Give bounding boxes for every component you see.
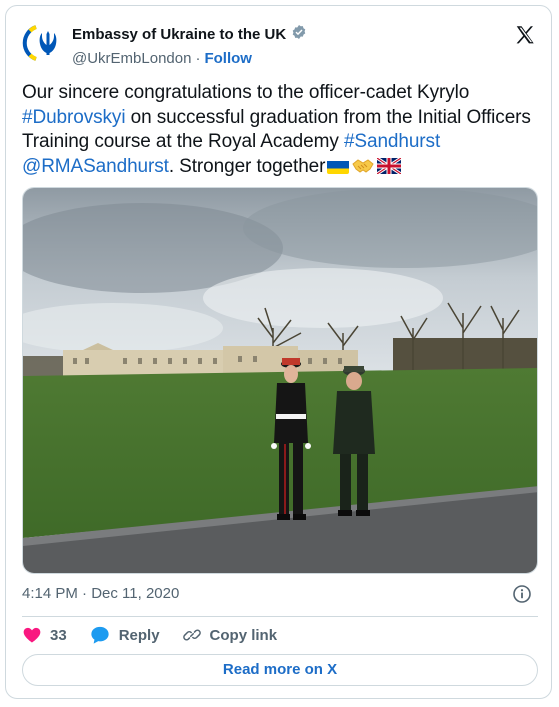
handshake-icon — [352, 157, 375, 173]
handle-separator: · — [195, 50, 201, 67]
reply-label: Reply — [118, 626, 160, 644]
action-bar: 33 Reply Copy link — [22, 624, 299, 646]
ukraine-flag-icon — [327, 159, 350, 174]
read-more-button[interactable]: Read more on X — [22, 654, 538, 686]
uk-flag-icon — [376, 156, 403, 175]
follow-button[interactable]: Follow — [204, 49, 252, 69]
author-block: Embassy of Ukraine to the UK @UkrEmbLond… — [72, 24, 307, 69]
info-icon[interactable] — [512, 584, 534, 606]
hashtag-dubrovskyi[interactable]: #Dubrovskyi — [22, 107, 126, 128]
divider — [22, 616, 538, 617]
reply-bubble-icon — [89, 625, 111, 645]
tweet-text: Our sincere congratulations to the offic… — [22, 81, 538, 179]
tweet-text-part: . Stronger together — [168, 155, 326, 177]
avatar[interactable] — [22, 23, 62, 63]
heart-icon — [22, 625, 42, 645]
x-logo-icon[interactable] — [514, 24, 536, 46]
author-name[interactable]: Embassy of Ukraine to the UK — [72, 25, 286, 45]
author-handle[interactable]: @UkrEmbLondon — [72, 49, 191, 69]
like-count: 33 — [50, 626, 67, 644]
copy-link-label: Copy link — [209, 626, 278, 644]
tweet-photo[interactable] — [22, 187, 538, 574]
tweet-timestamp[interactable]: 4:14 PM · Dec 11, 2020 — [22, 584, 179, 604]
link-icon — [182, 625, 202, 645]
mention-rmasandhurst[interactable]: @RMASandhurst — [22, 156, 169, 177]
tweet-card: Embassy of Ukraine to the UK @UkrEmbLond… — [5, 5, 552, 699]
like-button[interactable]: 33 — [22, 625, 67, 645]
verified-badge-icon — [291, 24, 307, 46]
tweet-text-part: Our sincere congratulations to the offic… — [22, 82, 470, 103]
copy-link-button[interactable]: Copy link — [182, 625, 278, 645]
reply-button[interactable]: Reply — [89, 625, 160, 645]
hashtag-sandhurst[interactable]: #Sandhurst — [344, 131, 440, 152]
